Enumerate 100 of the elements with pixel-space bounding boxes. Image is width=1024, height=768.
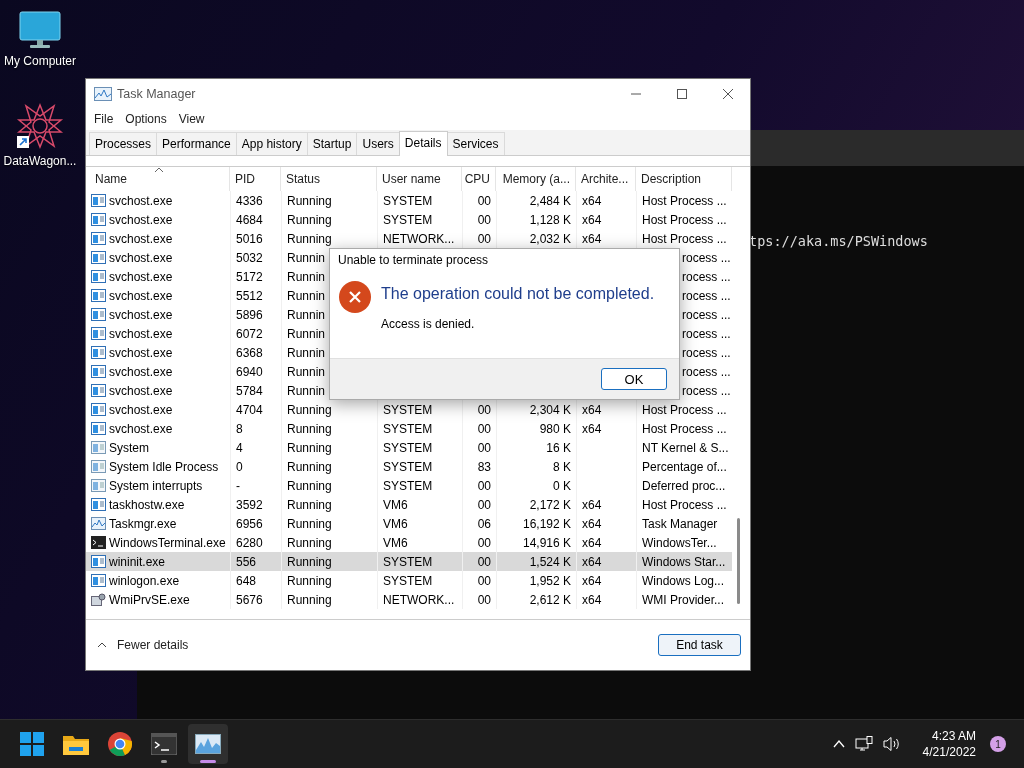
column-header[interactable]: Archite... — [576, 167, 636, 191]
table-cell: 1,524 K — [529, 554, 571, 569]
column-header[interactable]: Status — [281, 167, 377, 191]
chevron-up-icon[interactable] — [832, 740, 845, 748]
table-row[interactable]: svchost.exe 8 Running SYSTEM 00 980 K x64 Host Process ... — [86, 419, 732, 438]
table-cell: rocess ... — [682, 307, 731, 322]
process-name: svchost.exe — [109, 231, 173, 246]
table-cell: Runnin — [287, 326, 326, 341]
network-icon[interactable] — [854, 736, 873, 752]
table-cell: Host Process ... — [642, 421, 727, 436]
table-cell: 14,916 K — [522, 535, 571, 550]
speaker-icon[interactable] — [882, 736, 901, 752]
table-cell: VM6 — [383, 497, 408, 512]
table-row[interactable]: Taskmgr.exe 6956 Running VM6 06 16,192 K x64 Task Manager — [86, 514, 732, 533]
desktop-icon-label[interactable]: My Computer — [4, 54, 76, 68]
table-cell: SYSTEM — [383, 459, 433, 474]
menu-item[interactable]: Options — [125, 112, 167, 126]
table-row[interactable]: taskhostw.exe 3592 Running VM6 00 2,172 K x64 Host Process ... — [86, 495, 732, 514]
terminal-icon — [91, 536, 106, 549]
table-row[interactable]: System Idle Process 0 Running SYSTEM 83 8 K Percentage of... — [86, 457, 732, 476]
table-cell: 5032 — [236, 250, 263, 265]
process-name: Taskmgr.exe — [109, 516, 177, 531]
table-cell: rocess ... — [682, 288, 731, 303]
dialog-heading: The operation could not be completed. — [381, 284, 655, 303]
tab[interactable]: Details — [398, 131, 448, 156]
dialog-message: Access is denied. — [381, 317, 476, 331]
table-cell: 5016 — [236, 231, 263, 246]
table-cell: Running — [287, 573, 332, 588]
window-icon — [91, 384, 106, 397]
process-name: taskhostw.exe — [109, 497, 185, 512]
folder-icon — [63, 733, 89, 755]
window-icon — [91, 498, 106, 511]
table-cell: Running — [287, 478, 332, 493]
table-cell: Running — [287, 421, 332, 436]
column-header[interactable]: Memory (a... — [496, 167, 576, 191]
maximize-icon[interactable] — [676, 87, 688, 100]
table-row[interactable]: svchost.exe 4684 Running SYSTEM 00 1,128 K x64 Host Process ... — [86, 210, 732, 229]
chart-icon — [94, 86, 112, 101]
table-row[interactable]: System interrupts - Running SYSTEM 00 0 K Deferred proc... — [86, 476, 732, 495]
chart-icon — [195, 734, 221, 754]
table-cell: Running — [287, 554, 332, 569]
column-header[interactable]: PID — [230, 167, 281, 191]
window-icon — [91, 422, 106, 435]
table-cell: Percentage of... — [642, 459, 727, 474]
table-cell: x64 — [582, 421, 602, 436]
table-cell: 4336 — [236, 193, 263, 208]
taskbar-button[interactable] — [188, 724, 228, 764]
app-icon — [91, 593, 106, 606]
tab[interactable]: Processes — [89, 132, 158, 155]
clock-date[interactable]: 4/21/2022 — [922, 744, 976, 760]
table-cell: 8 K — [553, 459, 571, 474]
table-row[interactable]: svchost.exe 4336 Running SYSTEM 00 2,484 K x64 Host Process ... — [86, 191, 732, 210]
table-cell: rocess ... — [682, 383, 731, 398]
table-cell: SYSTEM — [383, 440, 433, 455]
table-row[interactable]: WmiPrvSE.exe 5676 Running NETWORK... 00 2,612 K x64 WMI Provider... — [86, 590, 732, 609]
table-cell: 00 — [477, 592, 491, 607]
close-icon[interactable] — [722, 87, 734, 100]
star-logo-icon[interactable] — [16, 102, 64, 150]
table-cell: x64 — [582, 592, 602, 607]
scrollbar-thumb[interactable] — [737, 518, 740, 604]
table-cell: Running — [287, 516, 332, 531]
table-row[interactable]: wininit.exe 556 Running SYSTEM 00 1,524 K x64 Windows Star... — [86, 552, 732, 571]
table-cell: Runnin — [287, 269, 326, 284]
window-icon — [91, 308, 106, 321]
end-task-button[interactable]: End task — [658, 634, 741, 656]
column-header[interactable]: User name — [377, 167, 462, 191]
window-icon — [91, 555, 106, 568]
table-cell: 4704 — [236, 402, 263, 417]
table-cell: 00 — [477, 573, 491, 588]
process-name: svchost.exe — [109, 383, 173, 398]
desktop-icon-label[interactable]: DataWagon... — [3, 154, 77, 168]
column-header[interactable]: CPU — [462, 167, 496, 191]
clock-time[interactable]: 4:23 AM — [931, 728, 976, 744]
window-icon — [91, 365, 106, 378]
table-row[interactable]: winlogon.exe 648 Running SYSTEM 00 1,952 K x64 Windows Log... — [86, 571, 732, 590]
table-cell: Running — [287, 592, 332, 607]
fewer-details-toggle[interactable]: Fewer details — [97, 638, 189, 652]
table-cell: 2,032 K — [529, 231, 571, 246]
table-cell: 0 K — [553, 478, 571, 493]
table-cell: 83 — [477, 459, 491, 474]
table-row[interactable]: System 4 Running SYSTEM 00 16 K NT Kernel & S... — [86, 438, 732, 457]
column-header[interactable]: Description — [636, 167, 732, 191]
table-cell: 00 — [477, 440, 491, 455]
process-name: winlogon.exe — [109, 573, 180, 588]
table-cell: rocess ... — [682, 364, 731, 379]
window-icon — [91, 346, 106, 359]
table-cell: WMI Provider... — [642, 592, 724, 607]
menu-item[interactable]: View — [178, 112, 205, 126]
table-cell: Running — [287, 212, 332, 227]
menu-item[interactable]: File — [94, 112, 114, 126]
table-cell: 00 — [477, 231, 491, 246]
ok-button[interactable]: OK — [601, 368, 667, 390]
chart-icon — [91, 517, 106, 530]
window-icon — [91, 441, 106, 454]
tab[interactable]: Services — [446, 132, 505, 155]
process-name: svchost.exe — [109, 212, 173, 227]
monitor-icon[interactable] — [18, 10, 62, 50]
column-header[interactable]: Name — [90, 167, 230, 191]
notification-badge[interactable]: 1 — [990, 736, 1006, 752]
window-icon — [91, 251, 106, 264]
